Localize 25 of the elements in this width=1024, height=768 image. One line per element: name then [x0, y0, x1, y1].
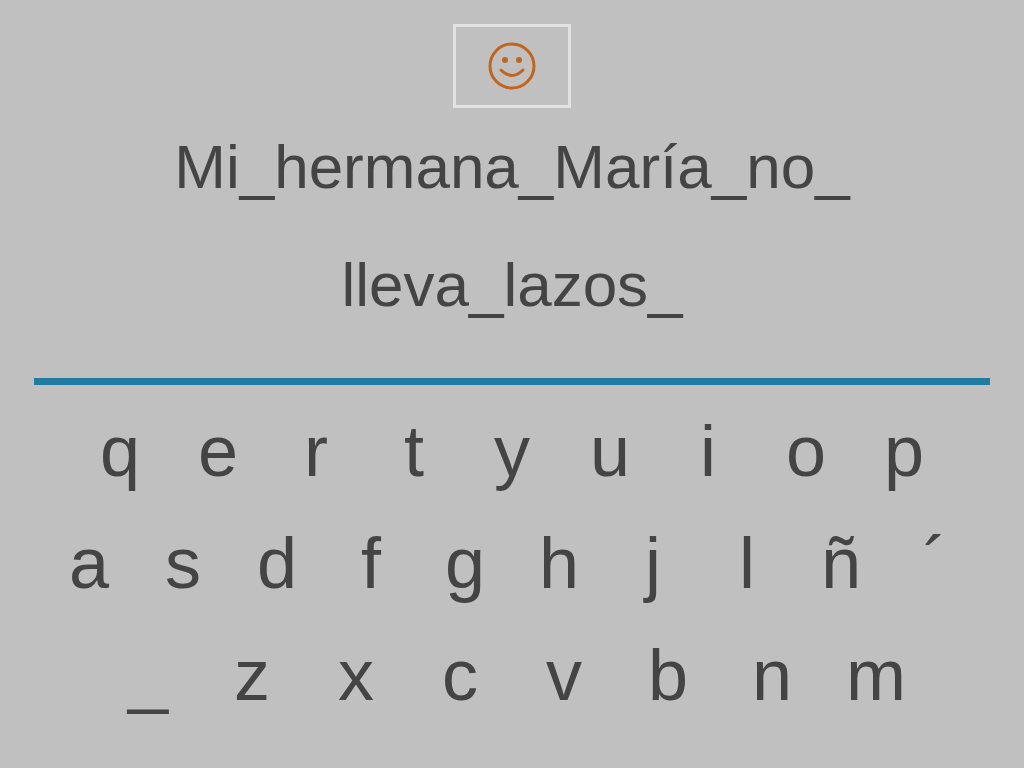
keyboard-key[interactable]: d: [230, 527, 324, 599]
sentence-line: lleva_lazos_: [341, 254, 683, 316]
keyboard-key[interactable]: v: [512, 639, 616, 711]
keyboard-key[interactable]: h: [512, 527, 606, 599]
smiley-button[interactable]: [453, 24, 571, 108]
keyboard-key[interactable]: z: [200, 639, 304, 711]
keyboard-key[interactable]: ñ: [794, 527, 888, 599]
keyboard-key[interactable]: f: [324, 527, 418, 599]
keyboard-key[interactable]: b: [616, 639, 720, 711]
keyboard-key[interactable]: a: [42, 527, 136, 599]
keyboard-key[interactable]: r: [267, 415, 365, 487]
keyboard-key[interactable]: m: [824, 639, 928, 711]
keyboard-key[interactable]: n: [720, 639, 824, 711]
keyboard-key[interactable]: u: [561, 415, 659, 487]
smiley-icon: [487, 41, 537, 91]
sentence-line: Mi_hermana_María_no_: [174, 136, 850, 198]
keyboard-key[interactable]: s: [136, 527, 230, 599]
keyboard-key[interactable]: e: [169, 415, 267, 487]
keyboard-key[interactable]: t: [365, 415, 463, 487]
keyboard-key[interactable]: l: [700, 527, 794, 599]
keyboard-key[interactable]: x: [304, 639, 408, 711]
keyboard-key[interactable]: ´: [888, 527, 982, 599]
keyboard-key[interactable]: i: [659, 415, 757, 487]
keyboard-key[interactable]: o: [757, 415, 855, 487]
keyboard-key[interactable]: c: [408, 639, 512, 711]
